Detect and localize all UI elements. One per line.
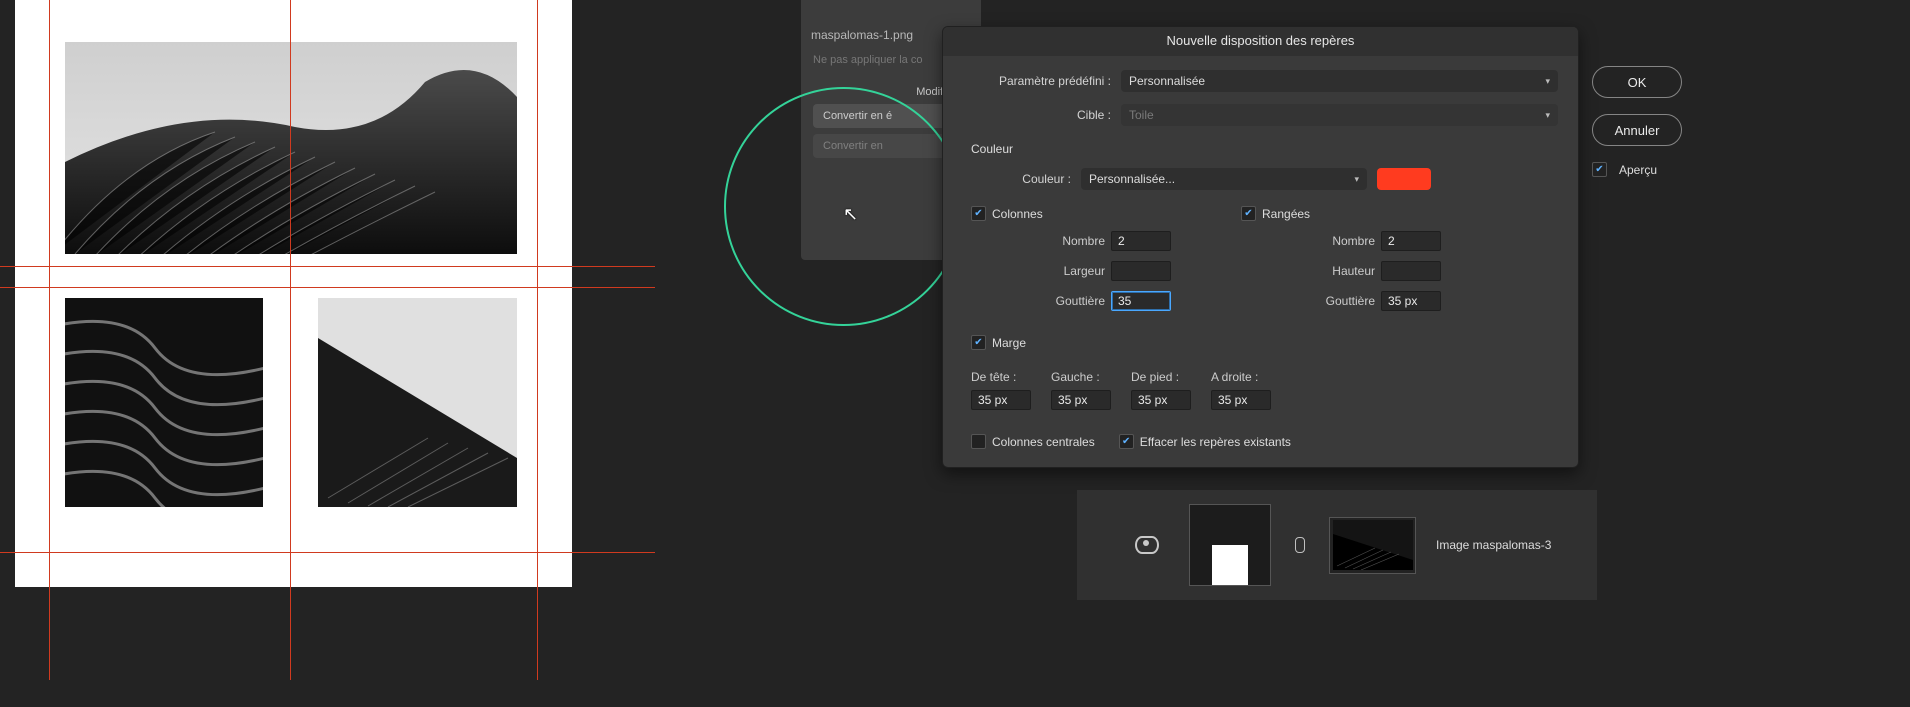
chevron-down-icon: ▾ — [1545, 76, 1550, 87]
canvas-area[interactable] — [0, 0, 610, 617]
margin-checkbox[interactable] — [971, 335, 986, 350]
color-swatch[interactable] — [1377, 168, 1431, 190]
guide-vertical[interactable] — [537, 0, 538, 680]
target-label: Cible : — [971, 108, 1111, 122]
guide-vertical[interactable] — [290, 0, 291, 680]
rows-number-label: Nombre — [1303, 234, 1375, 248]
dialog-title: Nouvelle disposition des repères — [943, 27, 1578, 56]
clear-existing-label: Effacer les repères existants — [1140, 435, 1291, 449]
guide-horizontal[interactable] — [0, 266, 655, 267]
preview-checkbox[interactable] — [1592, 162, 1607, 177]
preset-dropdown[interactable]: Personnalisée ▾ — [1121, 70, 1558, 92]
margin-top-label: De tête : — [971, 370, 1031, 384]
columns-width-input[interactable] — [1111, 261, 1171, 281]
rows-checkbox[interactable] — [1241, 206, 1256, 221]
color-section: Couleur — [971, 142, 1558, 156]
image-top-panorama[interactable] — [65, 42, 517, 254]
margin-right-input[interactable] — [1211, 390, 1271, 410]
canvas-page — [15, 0, 572, 587]
image-bottom-right[interactable] — [318, 298, 517, 507]
margin-left-label: Gauche : — [1051, 370, 1111, 384]
layer-name-label[interactable]: Image maspalomas-3 — [1436, 538, 1551, 552]
color-label: Couleur : — [971, 172, 1071, 186]
margin-left-input[interactable] — [1051, 390, 1111, 410]
columns-number-label: Nombre — [1033, 234, 1105, 248]
dialog-actions: OK Annuler Aperçu — [1592, 66, 1682, 177]
chevron-down-icon: ▾ — [1545, 110, 1550, 121]
color-value: Personnalisée... — [1089, 172, 1175, 186]
rows-gutter-input[interactable] — [1381, 291, 1441, 311]
columns-gutter-label: Gouttière — [1033, 294, 1105, 308]
visibility-eye-icon[interactable] — [1135, 536, 1159, 554]
preview-label: Aperçu — [1619, 163, 1657, 177]
center-columns-label: Colonnes centrales — [992, 435, 1095, 449]
rows-number-input[interactable] — [1381, 231, 1441, 251]
margin-head: Marge — [992, 336, 1026, 350]
image-bottom-left[interactable] — [65, 298, 263, 507]
preset-label: Paramètre prédéfini : — [971, 74, 1111, 88]
cancel-button[interactable]: Annuler — [1592, 114, 1682, 146]
layers-panel: Image maspalomas-3 — [1077, 490, 1597, 600]
margin-bottom-label: De pied : — [1131, 370, 1191, 384]
columns-width-label: Largeur — [1033, 264, 1105, 278]
center-columns-checkbox[interactable] — [971, 434, 986, 449]
margin-right-label: A droite : — [1211, 370, 1271, 384]
rows-group: Rangées Nombre Hauteur Gouttière — [1241, 206, 1441, 311]
preset-value: Personnalisée — [1129, 74, 1205, 88]
rows-height-input[interactable] — [1381, 261, 1441, 281]
guide-horizontal[interactable] — [0, 552, 655, 553]
rows-height-label: Hauteur — [1303, 264, 1375, 278]
columns-checkbox[interactable] — [971, 206, 986, 221]
guide-horizontal[interactable] — [0, 287, 655, 288]
columns-number-input[interactable] — [1111, 231, 1171, 251]
layer-thumb-photo[interactable] — [1329, 517, 1416, 574]
margin-top-input[interactable] — [971, 390, 1031, 410]
guide-vertical[interactable] — [49, 0, 50, 680]
target-value: Toile — [1129, 108, 1154, 122]
color-dropdown[interactable]: Personnalisée... ▾ — [1081, 168, 1367, 190]
rows-gutter-label: Gouttière — [1303, 294, 1375, 308]
chevron-down-icon: ▾ — [1354, 174, 1359, 185]
columns-group: Colonnes Nombre Largeur Gouttière — [971, 206, 1171, 311]
margin-bottom-input[interactable] — [1131, 390, 1191, 410]
layer-thumb-bg[interactable] — [1189, 504, 1271, 586]
columns-gutter-input[interactable] — [1111, 291, 1171, 311]
new-guide-layout-dialog: Nouvelle disposition des repères Paramèt… — [942, 26, 1579, 468]
rows-head: Rangées — [1262, 207, 1310, 221]
link-icon[interactable] — [1295, 537, 1305, 553]
clear-existing-checkbox[interactable] — [1119, 434, 1134, 449]
ok-button[interactable]: OK — [1592, 66, 1682, 98]
target-dropdown: Toile ▾ — [1121, 104, 1558, 126]
columns-head: Colonnes — [992, 207, 1043, 221]
